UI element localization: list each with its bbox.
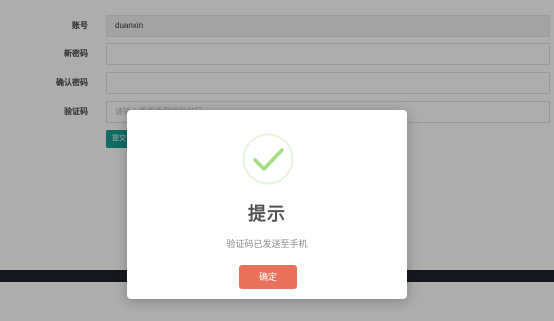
confirm-button[interactable]: 确定	[239, 265, 297, 289]
alert-dialog: 提示 验证码已发送至手机 确定	[127, 110, 407, 299]
dialog-message: 验证码已发送至手机	[226, 239, 308, 249]
dialog-title: 提示	[248, 204, 286, 224]
check-circle-icon	[242, 133, 294, 185]
